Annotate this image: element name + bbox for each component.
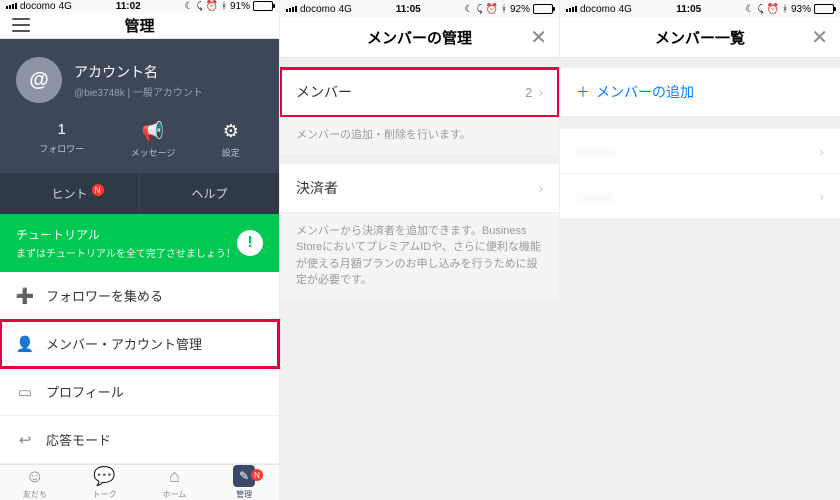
close-icon: ✕: [811, 27, 828, 49]
tab-manage[interactable]: ✎ 管理 N: [209, 465, 279, 500]
battery-icon: [814, 4, 834, 14]
chevron-right-icon: ›: [819, 143, 824, 159]
menu-profile[interactable]: ▭ プロフィール: [0, 368, 279, 416]
hamburger-icon: [12, 18, 30, 32]
alarm-icon: ⏰: [767, 4, 779, 15]
clock: 11:05: [396, 4, 421, 15]
close-button[interactable]: ✕: [811, 25, 828, 50]
plus-icon: ＋: [576, 82, 590, 102]
tab-friends[interactable]: ☺ 友だち: [0, 465, 70, 500]
menu-followers[interactable]: ➕ フォロワーを集める: [0, 272, 279, 320]
menu-button[interactable]: [12, 18, 30, 32]
moon-icon: ☾: [185, 1, 194, 12]
row-member[interactable]: メンバー 2›: [280, 68, 559, 117]
status-bar: docomo 4G 11:05 ☾ ⤹ ⏰ ᚼ 92%: [280, 0, 559, 18]
chevron-right-icon: ›: [538, 84, 543, 100]
stat-settings[interactable]: ⚙ 設定: [222, 121, 240, 159]
menu-members[interactable]: 👤 メンバー・アカウント管理: [0, 320, 279, 368]
account-id: @bie3748k | 一般アカウント: [74, 84, 203, 99]
payer-note: メンバーから決済者を追加できます。Business Storeにおいてプレミアム…: [280, 213, 559, 299]
signal-icon: [286, 6, 297, 12]
tutorial-title: チュートリアル: [16, 226, 236, 243]
nav-bar: 管理: [0, 12, 279, 39]
bluetooth-icon: ᚼ: [782, 4, 788, 15]
megaphone-icon: 📢: [142, 121, 164, 142]
status-bar: docomo 4G 11:02 ☾ ⤹ ⏰ ᚼ 91%: [0, 0, 279, 12]
battery-icon: [533, 4, 553, 14]
lock-icon: ⤹: [197, 1, 203, 12]
tutorial-sub: まずはチュートリアルを全て完了させましょう！: [16, 245, 236, 260]
nav-title: メンバーの管理: [367, 27, 472, 48]
hint-button[interactable]: ヒント N: [0, 173, 140, 214]
battery-icon: [253, 1, 273, 11]
member-name: ———: [576, 144, 615, 159]
response-icon: ↩: [16, 431, 34, 449]
member-name: ———: [576, 189, 615, 204]
alarm-icon: ⏰: [206, 1, 218, 12]
nav-bar: メンバー一覧 ✕: [560, 18, 840, 58]
clock: 11:05: [676, 4, 701, 15]
lock-icon: ⤹: [477, 4, 483, 15]
member-note: メンバーの追加・削除を行います。: [280, 117, 559, 154]
account-name: アカウント名: [74, 62, 203, 82]
bluetooth-icon: ᚼ: [221, 1, 227, 12]
stat-message[interactable]: 📢 メッセージ: [131, 121, 176, 159]
home-icon: ⌂: [169, 466, 180, 487]
signal-icon: [6, 3, 17, 9]
alarm-icon: ⏰: [486, 4, 498, 15]
person-icon: ☺: [26, 466, 44, 487]
network: 4G: [59, 1, 72, 12]
chevron-right-icon: ›: [538, 180, 543, 196]
tutorial-banner[interactable]: チュートリアル まずはチュートリアルを全て完了させましょう！ !: [0, 214, 279, 272]
member-row[interactable]: ——— ›: [560, 129, 840, 174]
profile-section: @ アカウント名 @bie3748k | 一般アカウント 1 フォロワー 📢 メ…: [0, 39, 279, 173]
member-row[interactable]: ——— ›: [560, 174, 840, 219]
avatar[interactable]: @: [16, 57, 62, 103]
signal-icon: [566, 6, 577, 12]
screen-member-manage: docomo 4G 11:05 ☾ ⤹ ⏰ ᚼ 92% メンバーの管理 ✕ メン…: [280, 0, 560, 500]
new-badge: N: [251, 469, 263, 481]
moon-icon: ☾: [465, 4, 474, 15]
chevron-right-icon: ›: [819, 188, 824, 204]
close-icon: ✕: [530, 27, 547, 49]
gear-icon: ⚙: [223, 121, 239, 142]
carrier: docomo: [20, 1, 56, 12]
profile-icon: ▭: [16, 383, 34, 401]
row-payer[interactable]: 決済者 ›: [280, 164, 559, 213]
status-bar: docomo 4G 11:05 ☾ ⤹ ⏰ ᚼ 93%: [560, 0, 840, 18]
followers-icon: ➕: [16, 287, 34, 305]
clock: 11:02: [116, 1, 141, 12]
dark-buttons: ヒント N ヘルプ: [0, 173, 279, 214]
screen-manage: docomo 4G 11:02 ☾ ⤹ ⏰ ᚼ 91% 管理 @ アカウント名 …: [0, 0, 280, 500]
nav-title: 管理: [124, 15, 154, 36]
chat-icon: 💬: [93, 466, 115, 487]
help-button[interactable]: ヘルプ: [140, 173, 279, 214]
menu-response[interactable]: ↩ 応答モード: [0, 416, 279, 464]
screen-member-list: docomo 4G 11:05 ☾ ⤹ ⏰ ᚼ 93% メンバー一覧 ✕ ＋ メ…: [560, 0, 840, 500]
moon-icon: ☾: [746, 4, 755, 15]
menu-list: ➕ フォロワーを集める 👤 メンバー・アカウント管理 ▭ プロフィール ↩ 応答…: [0, 272, 279, 464]
exclamation-icon: !: [237, 230, 263, 256]
new-badge: N: [92, 184, 104, 196]
tab-home[interactable]: ⌂ ホーム: [140, 465, 210, 500]
members-icon: 👤: [16, 335, 34, 353]
nav-title: メンバー一覧: [655, 27, 745, 48]
tab-talk[interactable]: 💬 トーク: [70, 465, 140, 500]
bluetooth-icon: ᚼ: [501, 4, 507, 15]
lock-icon: ⤹: [758, 4, 764, 15]
nav-bar: メンバーの管理 ✕: [280, 18, 559, 58]
tab-bar: ☺ 友だち 💬 トーク ⌂ ホーム ✎ 管理 N: [0, 464, 279, 500]
close-button[interactable]: ✕: [530, 25, 547, 50]
battery-pct: 91%: [230, 1, 250, 12]
stat-followers[interactable]: 1 フォロワー: [39, 121, 84, 159]
add-member-button[interactable]: ＋ メンバーの追加: [560, 68, 840, 117]
